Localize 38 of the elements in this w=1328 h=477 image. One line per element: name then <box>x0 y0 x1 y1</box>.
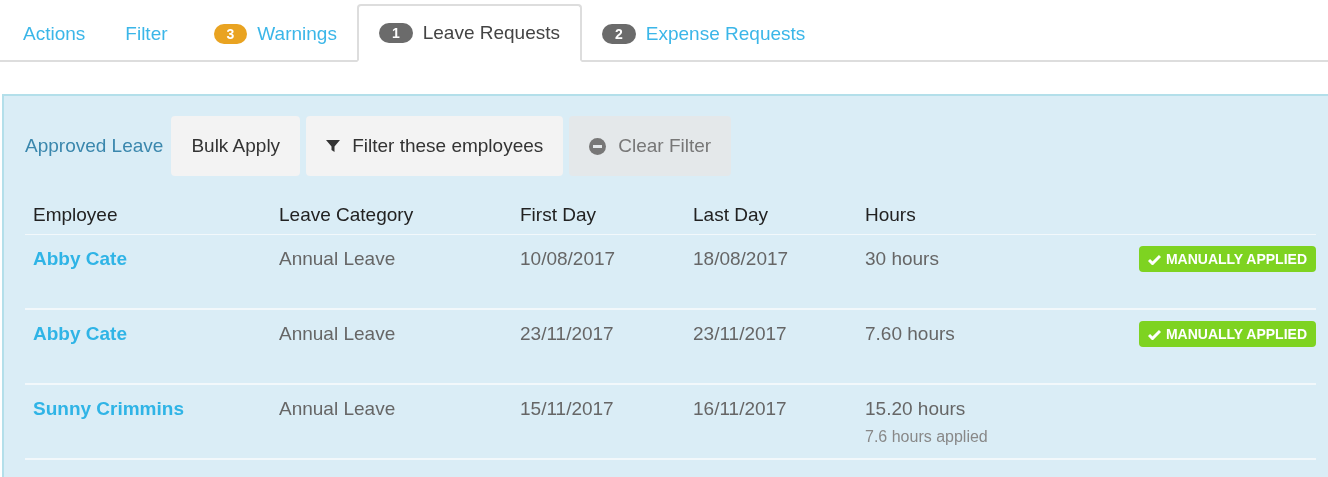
column-header: Last Day <box>693 204 769 226</box>
check-icon <box>1147 328 1161 340</box>
table-cell-text: 15.20 hours <box>865 398 967 420</box>
status-badge: MANUALLY APPLIED <box>1138 321 1316 347</box>
tab[interactable]: 3 Warnings <box>193 6 357 62</box>
applied-note: 7.6 hours applied <box>865 428 989 446</box>
employee-link[interactable]: Sunny Crimmins <box>33 398 279 420</box>
toolbar-button[interactable]: Filter these employees <box>306 116 564 176</box>
table-cell-text: 23/11/2017 <box>520 323 615 345</box>
table-cell-text: 30 hours <box>865 248 940 270</box>
column-header: Employee <box>33 204 119 226</box>
column-header: Leave Category <box>279 204 415 226</box>
status-badge: MANUALLY APPLIED <box>1138 246 1316 272</box>
table-cell-text: 10/08/2017 <box>520 248 617 270</box>
table-cell-text: 7.60 hours <box>865 323 956 345</box>
tab[interactable]: Filter <box>105 6 188 62</box>
count-badge: 3 <box>213 24 248 44</box>
check-icon <box>1147 253 1161 265</box>
employee-link[interactable]: Abby Cate <box>33 248 279 270</box>
employee-link[interactable]: Abby Cate <box>33 323 279 345</box>
table-cell-text: 16/11/2017 <box>693 398 788 420</box>
count-badge: 2 <box>602 24 636 44</box>
tab[interactable]: 1 Leave Requests <box>356 4 582 62</box>
table-cell-text: 23/11/2017 <box>693 323 788 345</box>
count-badge: 1 <box>378 23 413 43</box>
tab[interactable]: Actions <box>3 6 106 62</box>
tab[interactable]: 2 Expense Requests <box>582 6 826 62</box>
column-header: Hours <box>865 204 917 226</box>
table-cell-text: Annual Leave <box>279 398 397 420</box>
filter-icon <box>326 139 341 153</box>
table-cell-text: 15/11/2017 <box>520 398 615 420</box>
toolbar-button[interactable]: Bulk Apply <box>171 116 301 176</box>
table-cell-text: 18/08/2017 <box>693 248 790 270</box>
table-cell-text: Annual Leave <box>279 323 397 345</box>
table-cell-text: Annual Leave <box>279 248 397 270</box>
minus-icon <box>589 137 607 155</box>
column-header: First Day <box>520 204 597 226</box>
section-title: Approved Leave <box>25 135 164 157</box>
